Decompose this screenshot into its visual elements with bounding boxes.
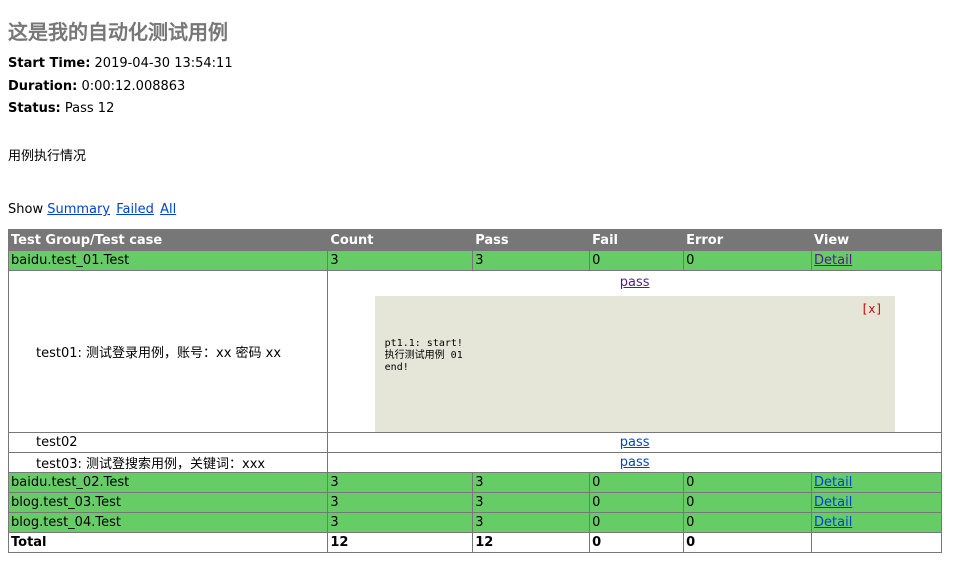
table-header-row: Test Group/Test case Count Pass Fail Err…	[7, 229, 942, 251]
group-error: 0	[683, 250, 813, 271]
group-fail: 0	[589, 512, 685, 533]
group-row: blog.test_03.Test 3 3 0 0 Detail	[7, 492, 942, 513]
start-time: Start Time: 2019-04-30 13:54:11	[8, 56, 233, 71]
filter-all-link[interactable]: All	[160, 202, 176, 217]
group-name: blog.test_03.Test	[7, 492, 329, 513]
group-count: 3	[327, 492, 474, 513]
case-name: test02	[7, 432, 329, 453]
report-description: 用例执行情况	[8, 149, 87, 164]
group-view: Detail	[811, 492, 942, 513]
start-time-label: Start Time:	[8, 56, 91, 71]
filter-label: Show	[8, 202, 44, 217]
start-time-value: 2019-04-30 13:54:11	[94, 56, 233, 71]
total-label: Total	[7, 532, 329, 553]
case-name: test03: 测试登搜索用例，关键词：xxx	[7, 452, 329, 473]
case-result-link[interactable]: pass	[620, 275, 650, 290]
group-count: 3	[327, 472, 474, 493]
group-view: Detail	[811, 512, 942, 533]
group-pass: 3	[472, 512, 591, 533]
group-count: 3	[327, 512, 474, 533]
close-popup-button[interactable]: [x]	[861, 302, 883, 316]
case-result-cell: pass	[327, 432, 942, 453]
group-fail: 0	[589, 492, 685, 513]
total-view	[811, 532, 942, 553]
group-count: 3	[327, 250, 474, 271]
group-view: Detail	[811, 250, 942, 271]
report-page: 这是我的自动化测试用例 Start Time: 2019-04-30 13:54…	[0, 0, 961, 564]
total-count: 12	[327, 532, 474, 553]
case-output-popup: [x] pt1.1: start! 执行测试用例 01 end!	[374, 296, 895, 432]
status-value: Pass 12	[64, 101, 115, 116]
group-pass: 3	[472, 472, 591, 493]
case-output-text: pt1.1: start! 执行测试用例 01 end!	[384, 338, 463, 373]
group-fail: 0	[589, 472, 685, 493]
group-error: 0	[683, 492, 813, 513]
results-table: Test Group/Test case Count Pass Fail Err…	[7, 229, 942, 553]
header-test-group: Test Group/Test case	[7, 229, 329, 251]
total-row: Total 12 12 0 0	[7, 532, 942, 553]
detail-link[interactable]: Detail	[814, 253, 852, 268]
case-row: test03: 测试登搜索用例，关键词：xxx pass	[7, 452, 942, 473]
group-name: blog.test_04.Test	[7, 512, 329, 533]
group-name: baidu.test_01.Test	[7, 250, 329, 271]
group-view: Detail	[811, 472, 942, 493]
header-pass: Pass	[472, 229, 591, 251]
filter-failed-link[interactable]: Failed	[116, 202, 154, 217]
status: Status: Pass 12	[8, 101, 114, 116]
total-pass: 12	[472, 532, 591, 553]
header-fail: Fail	[589, 229, 685, 251]
group-name: baidu.test_02.Test	[7, 472, 329, 493]
group-fail: 0	[589, 250, 685, 271]
group-row: baidu.test_01.Test 3 3 0 0 Detail	[7, 250, 942, 271]
filter-summary-link[interactable]: Summary	[47, 202, 110, 217]
header-error: Error	[683, 229, 813, 251]
detail-link[interactable]: Detail	[814, 475, 852, 490]
duration: Duration: 0:00:12.008863	[8, 79, 185, 94]
duration-value: 0:00:12.008863	[81, 79, 186, 94]
case-result-link[interactable]: pass	[620, 455, 650, 470]
header-count: Count	[327, 229, 474, 251]
report-title: 这是我的自动化测试用例	[8, 20, 228, 44]
duration-label: Duration:	[8, 79, 78, 94]
group-pass: 3	[472, 492, 591, 513]
case-result-cell: pass	[327, 452, 942, 473]
case-result-cell: pass [x] pt1.1: start! 执行测试用例 01 end!	[327, 270, 942, 433]
header-view: View	[811, 229, 942, 251]
group-error: 0	[683, 512, 813, 533]
case-result-link[interactable]: pass	[620, 435, 650, 450]
total-error: 0	[683, 532, 813, 553]
group-pass: 3	[472, 250, 591, 271]
group-error: 0	[683, 472, 813, 493]
status-label: Status:	[8, 101, 61, 116]
case-name: test01: 测试登录用例，账号：xx 密码 xx	[7, 270, 329, 433]
group-row: blog.test_04.Test 3 3 0 0 Detail	[7, 512, 942, 533]
case-row: test01: 测试登录用例，账号：xx 密码 xx pass [x] pt1.…	[7, 270, 942, 433]
filter-bar: Show Summary Failed All	[8, 202, 178, 217]
case-row: test02 pass	[7, 432, 942, 453]
detail-link[interactable]: Detail	[814, 515, 852, 530]
detail-link[interactable]: Detail	[814, 495, 852, 510]
group-row: baidu.test_02.Test 3 3 0 0 Detail	[7, 472, 942, 493]
total-fail: 0	[589, 532, 685, 553]
